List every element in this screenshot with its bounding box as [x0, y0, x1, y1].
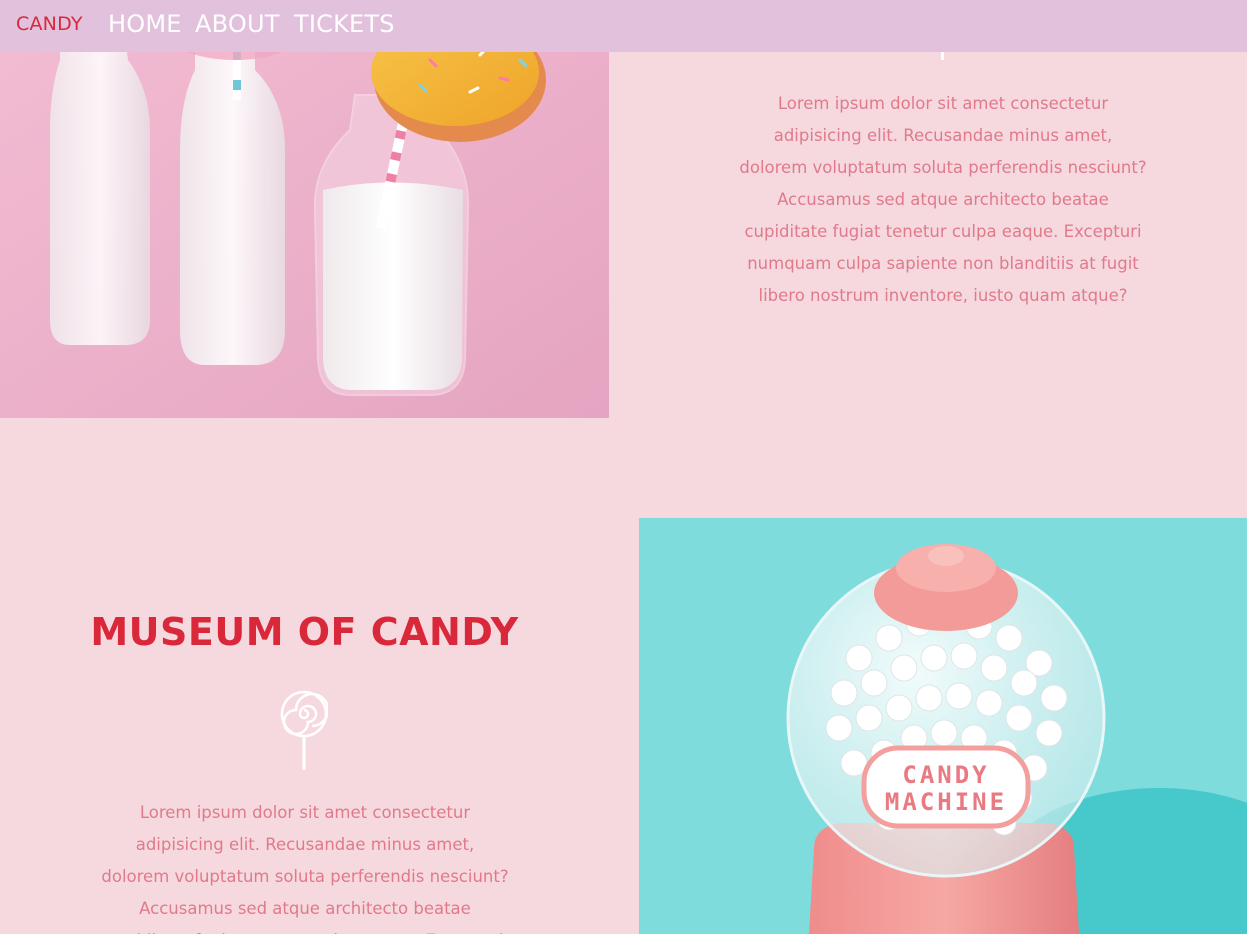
gumball-machine-photo: CANDY MACHINE	[639, 518, 1247, 934]
gumball-label-line1: CANDY	[902, 761, 989, 789]
nav-about-link[interactable]: ABOUT	[195, 10, 280, 38]
top-navbar: CANDY HOME ABOUT TICKETS	[0, 0, 1247, 52]
museum-title: MUSEUM OF CANDY	[90, 610, 519, 654]
museum-paragraph: Lorem ipsum dolor sit amet consectetur a…	[101, 803, 509, 934]
gumball-machine-illustration: CANDY MACHINE	[639, 518, 1247, 934]
gumball-label-line2: MACHINE	[885, 788, 1007, 816]
intro-paragraph: Lorem ipsum dolor sit amet consectetur a…	[739, 94, 1147, 305]
brand-logo-link[interactable]: CANDY	[16, 13, 83, 35]
lollipop-icon	[280, 690, 330, 772]
nav-tickets-link[interactable]: TICKETS	[294, 10, 395, 38]
milk-bottles-illustration	[0, 0, 609, 418]
nav-home-link[interactable]: HOME	[108, 10, 182, 38]
page: Lorem ipsum dolor sit amet consectetur a…	[0, 0, 1247, 934]
milk-bottles-photo	[0, 0, 609, 418]
